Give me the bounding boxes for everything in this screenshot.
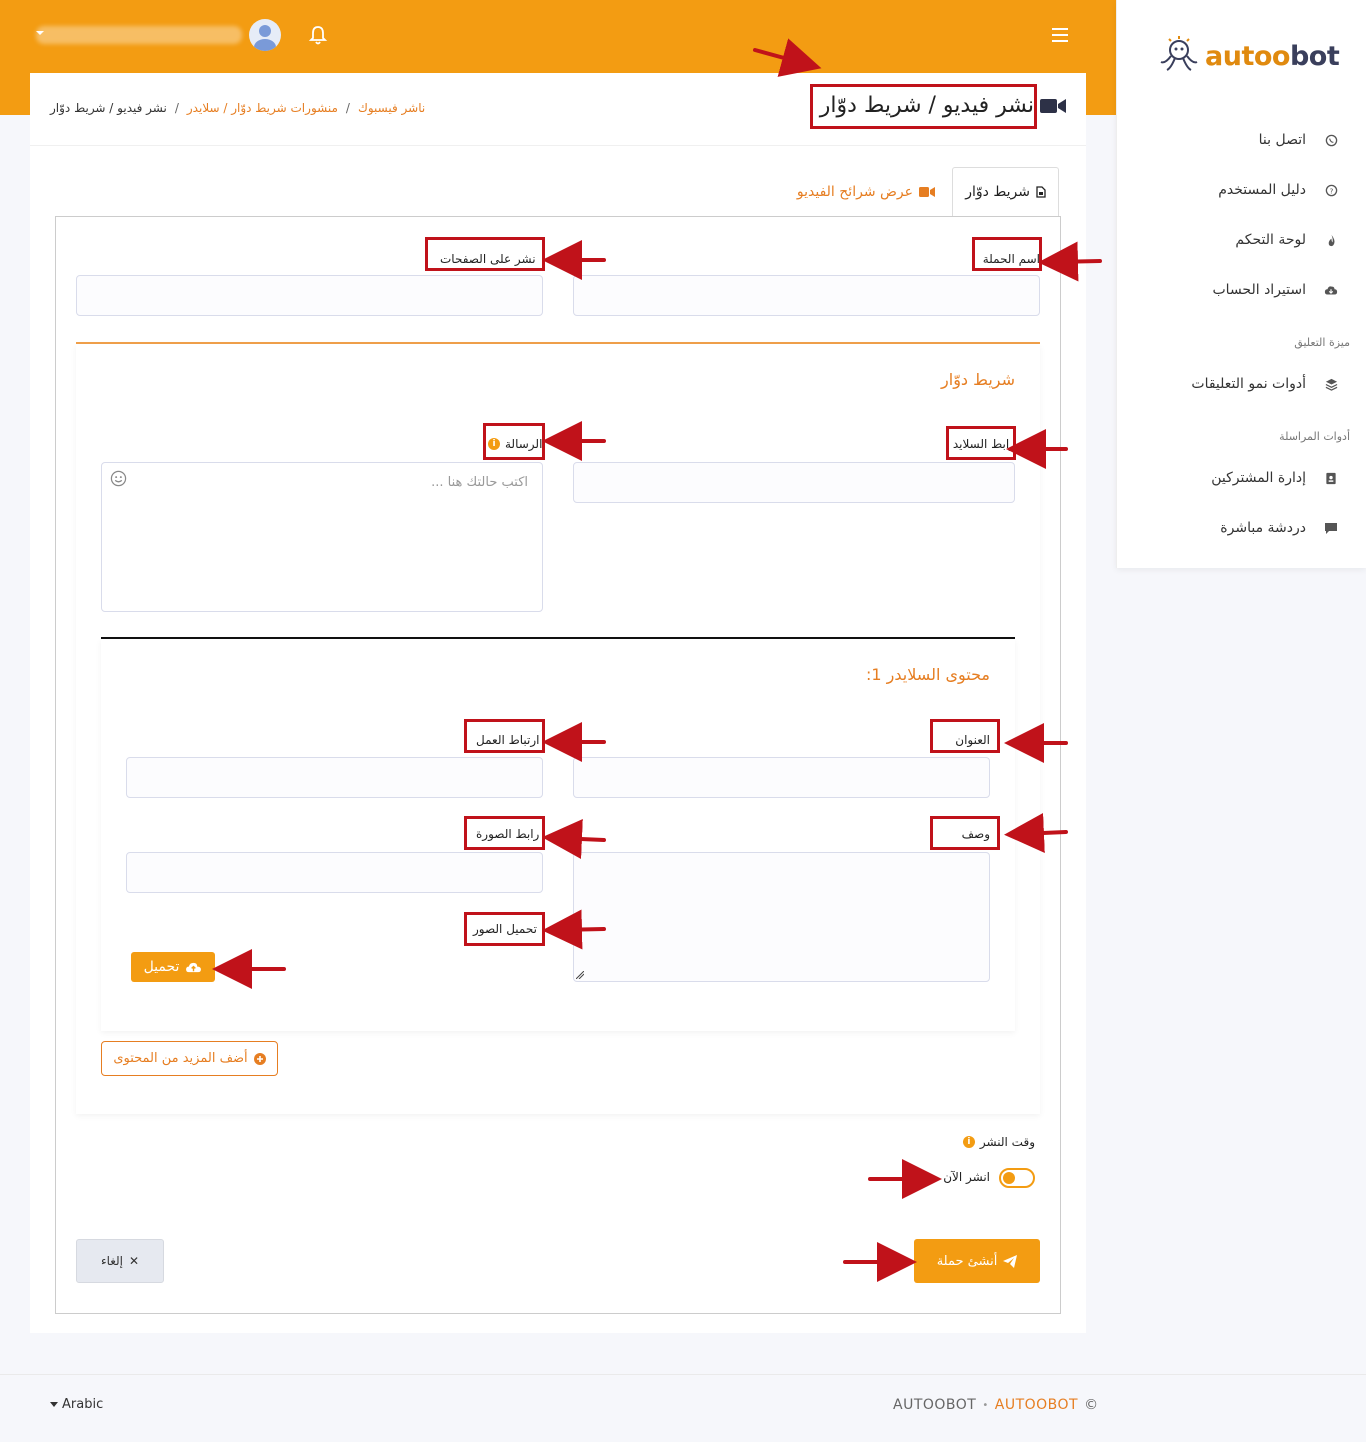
language-selector[interactable]: Arabic: [50, 1397, 103, 1412]
footer-brand-grey[interactable]: AUTOOBOT: [893, 1397, 976, 1413]
caret-down-icon: [50, 1402, 58, 1407]
footer-copyright: AUTOOBOT • AUTOOBOT ©: [893, 1397, 1099, 1413]
annotation-arrows: [212, 38, 1102, 1282]
copyright-symbol: ©: [1084, 1397, 1099, 1413]
footer-dot: •: [982, 1399, 989, 1411]
language-label: Arabic: [62, 1397, 104, 1412]
footer-brand-orange[interactable]: AUTOOBOT: [995, 1397, 1078, 1413]
footer-divider: [0, 1374, 1366, 1375]
